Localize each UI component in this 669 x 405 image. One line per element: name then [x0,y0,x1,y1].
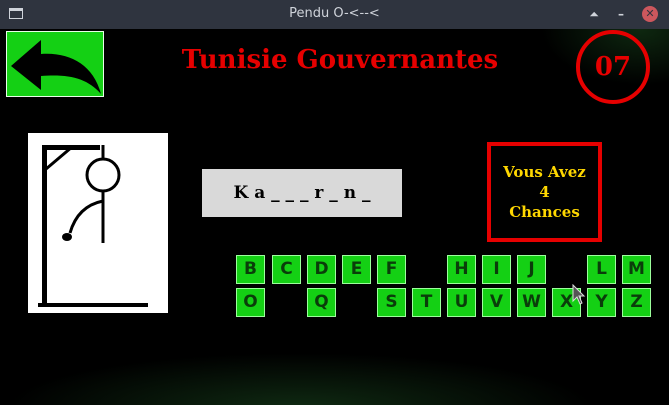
back-button[interactable] [6,31,104,97]
key-f[interactable]: F [377,255,406,284]
game-area: Tunisie Gouvernantes 07 K a _ _ _ r _ n … [0,29,669,405]
key-y[interactable]: Y [587,288,616,317]
key-z[interactable]: Z [622,288,651,317]
chances-label-1: Vous Avez [503,163,586,181]
key-s[interactable]: S [377,288,406,317]
chances-count: 4 [539,183,550,201]
minimize-icon[interactable]: – [613,6,629,22]
key-d[interactable]: D [307,255,336,284]
back-arrow-icon [11,40,101,94]
mouse-cursor-icon [572,284,586,305]
key-w[interactable]: W [517,288,546,317]
word-display: K a _ _ _ r _ n _ [202,169,402,217]
page-title: Tunisie Gouvernantes [181,45,499,75]
key-v[interactable]: V [482,288,511,317]
chances-box: Vous Avez 4 Chances [487,142,602,242]
maximize-arrow-icon[interactable]: ⏶ [586,6,602,22]
key-l[interactable]: L [587,255,616,284]
chances-label-2: Chances [509,203,580,221]
key-o[interactable]: O [236,288,265,317]
hangman-drawing [28,133,168,313]
key-b[interactable]: B [236,255,265,284]
key-i[interactable]: I [482,255,511,284]
counter-badge: 07 [576,30,650,104]
key-j[interactable]: J [517,255,546,284]
key-h[interactable]: H [447,255,476,284]
key-t[interactable]: T [412,288,441,317]
key-m[interactable]: M [622,255,651,284]
window-titlebar: Pendu O-<--< ⏶ – ✕ [0,0,669,29]
window-title: Pendu O-<--< [289,6,380,21]
key-e[interactable]: E [342,255,371,284]
close-icon[interactable]: ✕ [642,6,658,22]
key-q[interactable]: Q [307,288,336,317]
key-c[interactable]: C [272,255,301,284]
key-u[interactable]: U [447,288,476,317]
